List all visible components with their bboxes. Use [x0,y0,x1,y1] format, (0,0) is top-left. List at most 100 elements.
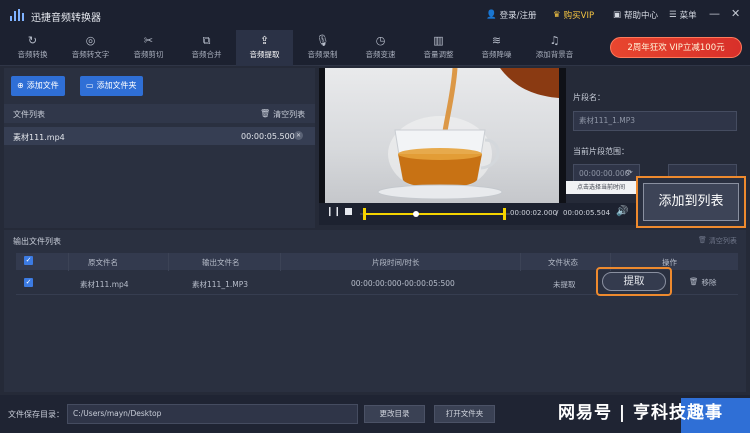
buy-vip-link[interactable]: ♛ 购买VIP [553,9,594,21]
promo-banner[interactable]: 2周年狂欢 VIP立减100元 [610,37,742,58]
select-all-checkbox[interactable]: ✓ [24,256,33,265]
tab-speed[interactable]: ◷ 音频变速 [352,30,409,66]
video-frame [325,68,559,203]
add-file-button[interactable]: ⊕ 添加文件 [11,76,65,96]
save-dir-input[interactable]: C:/Users/mayn/Desktop [67,404,358,424]
app-title: 迅捷音频转换器 [31,13,101,24]
row-time-range: 00:00:00:000-00:00:05:500 [351,279,455,288]
login-label: 登录/注册 [499,11,537,21]
watermark-text: 网易号 | 亨科技趣事 [558,403,724,423]
timeline-end-handle [503,208,506,220]
row-status: 未提取 [553,280,576,289]
background-music-icon: ♫ [549,34,560,47]
clear-output-label: 清空列表 [708,237,737,245]
clear-file-list-button[interactable]: 🗑 清空列表 [260,109,305,120]
tab-merge[interactable]: ⧉ 音频合并 [178,30,235,66]
module-tabs: ↻ 音频转换 ◎ 音频转文字 ✂ 音频剪切 ⧉ 音频合并 ⇪ 音频提取 🎙 音频录制 ◷ 音频变速 ▥ 音量调… [0,30,610,66]
remove-row-button[interactable]: 🗑 移除 [689,277,717,288]
minimize-button[interactable]: — [709,7,720,20]
denoise-icon: ≋ [491,34,502,47]
total-time: 00:00:05.504 [563,209,611,217]
file-list-label: 文件列表 [13,110,45,119]
login-link[interactable]: 👤 登录/注册 [486,9,536,21]
segment-name-input[interactable]: 素材111_1.MP3 [573,111,737,131]
speed-icon: ◷ [375,34,386,47]
tab-label: 添加背景音 [535,50,574,59]
pick-start-time-icon[interactable]: ⟳ [626,168,633,177]
header-time-range: 片段时间/时长 [372,258,420,267]
clear-list-label: 清空列表 [273,110,306,119]
timeline-start-handle [363,208,366,220]
time-separator: / [556,209,559,217]
add-to-list-highlight: 添加到列表 [636,176,746,228]
tab-label: 音频变速 [365,50,396,59]
row-checkbox[interactable]: ✓ [24,278,33,287]
volume-icon[interactable]: 🔊 [616,206,628,217]
timeline-playhead [413,211,419,217]
trash-icon: 🗑 [689,277,699,286]
file-duration: 00:00:05.500 [241,132,295,141]
menu-label: 菜单 [679,11,697,21]
vip-label: 购买VIP [563,11,595,21]
record-icon: 🎙 [315,34,330,47]
save-dir-label: 文件保存目录： [8,410,64,419]
pause-button[interactable]: ❙❙ [326,207,341,217]
current-time: 00:00:02.000 [510,209,558,217]
clear-output-button[interactable]: 🗑 清空列表 [698,236,737,246]
add-folder-button[interactable]: ▭ 添加文件夹 [80,76,143,96]
add-folder-label: 添加文件夹 [96,81,137,90]
stop-button[interactable] [345,208,352,215]
change-dir-button[interactable]: 更改目录 [364,405,425,423]
tab-record[interactable]: 🎙 音频录制 [294,30,351,66]
help-label: 帮助中心 [624,11,659,21]
tab-label: 音频降噪 [481,50,512,59]
app-logo-icon [10,9,24,21]
video-player [319,68,566,203]
trash-icon: 🗑 [698,236,707,244]
tab-label: 音频转换 [17,50,48,59]
vip-diamond-icon: ♛ [553,10,561,20]
tab-background-music[interactable]: ♫ 添加背景音 [526,30,583,66]
cut-icon: ✂ [143,34,154,47]
pick-time-tooltip: 点击选择当前时间 [566,181,636,194]
tab-label: 音频录制 [307,50,338,59]
row-source-name: 素材111.mp4 [80,280,129,289]
remove-label: 移除 [701,278,717,287]
tab-volume[interactable]: ▥ 音量调整 [410,30,467,66]
convert-icon: ↻ [27,34,38,47]
add-file-label: 添加文件 [26,81,59,90]
extract-highlight: 提取 [596,267,672,296]
speech-to-text-icon: ◎ [85,34,96,47]
extract-button[interactable]: 提取 [602,272,666,291]
extract-icon: ⇪ [259,34,270,47]
header-source-name: 原文件名 [88,258,118,267]
open-folder-button[interactable]: 打开文件夹 [434,405,495,423]
tab-label: 音量调整 [423,50,454,59]
tab-label: 音频剪切 [133,50,164,59]
volume-icon: ▥ [433,34,444,47]
merge-icon: ⧉ [202,34,211,47]
segment-name-label: 片段名： [573,93,605,102]
tab-denoise[interactable]: ≋ 音频降噪 [468,30,525,66]
close-button[interactable]: ✕ [731,7,740,20]
segment-range-label: 当前片段范围： [573,147,629,156]
user-icon: 👤 [486,10,497,20]
header-output-name: 输出文件名 [202,258,240,267]
trash-icon: 🗑 [260,109,271,118]
menu-button[interactable]: ☰ 菜单 [669,9,697,21]
help-center-link[interactable]: ▣ 帮助中心 [613,9,658,21]
tab-cut[interactable]: ✂ 音频剪切 [120,30,177,66]
tab-extract[interactable]: ⇪ 音频提取 [236,30,293,66]
tea-cup-image [377,68,559,200]
header-status: 文件状态 [548,258,578,267]
remove-file-icon[interactable]: ✕ [294,131,303,140]
tab-convert[interactable]: ↻ 音频转换 [4,30,61,66]
help-icon: ▣ [613,10,622,20]
timeline-track[interactable] [360,205,510,223]
output-list-title: 输出文件列表 [13,237,61,246]
row-output-name: 素材111_1.MP3 [192,280,248,289]
add-to-list-button[interactable]: 添加到列表 [643,183,739,221]
tab-speech-to-text[interactable]: ◎ 音频转文字 [62,30,119,66]
tab-label: 音频提取 [249,50,280,59]
file-name: 素材111.mp4 [13,133,65,142]
